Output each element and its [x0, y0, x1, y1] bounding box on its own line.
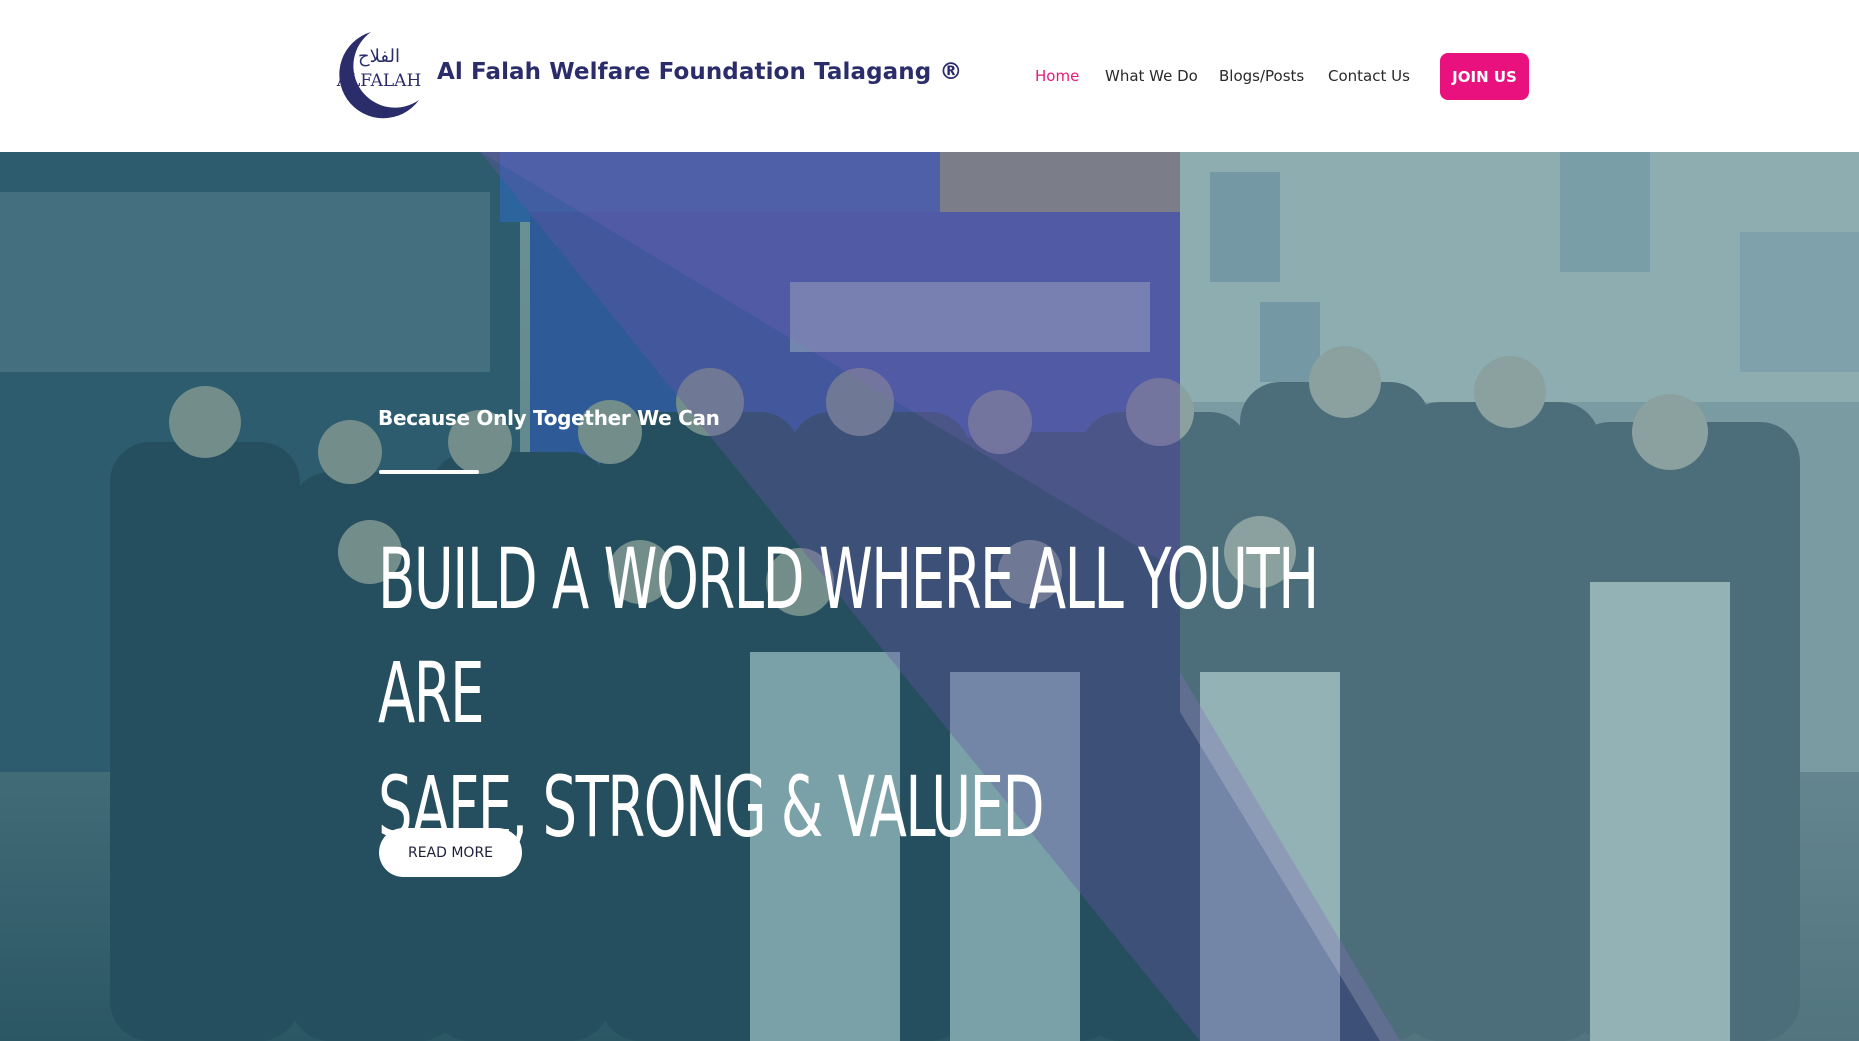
hero-section: Because Only Together We Can BUILD A WOR… [0, 152, 1859, 1041]
hero-heading-line1: BUILD A WORLD WHERE ALL YOUTH ARE [378, 530, 1319, 742]
svg-text:الفلاح: الفلاح [358, 46, 400, 67]
hero-heading-line2: SAFE, STRONG & VALUED [378, 758, 1045, 856]
nav-contact-us[interactable]: Contact Us [1328, 67, 1410, 85]
hero-divider [379, 470, 479, 474]
site-header: الفلاح ALFALAH Al Falah Welfare Foundati… [0, 0, 1859, 152]
svg-text:ALFALAH: ALFALAH [336, 71, 422, 91]
join-us-button[interactable]: JOIN US [1440, 53, 1529, 100]
nav-blogs-posts[interactable]: Blogs/Posts [1219, 67, 1304, 85]
site-title[interactable]: Al Falah Welfare Foundation Talagang ® [437, 59, 963, 85]
alfalah-logo-icon[interactable]: الفلاح ALFALAH [327, 28, 423, 124]
nav-home[interactable]: Home [1035, 67, 1079, 85]
hero-tagline: Because Only Together We Can [378, 406, 720, 430]
read-more-button[interactable]: READ MORE [379, 828, 522, 877]
nav-what-we-do[interactable]: What We Do [1105, 67, 1198, 85]
hero-heading: BUILD A WORLD WHERE ALL YOUTH ARE SAFE, … [378, 522, 1429, 864]
